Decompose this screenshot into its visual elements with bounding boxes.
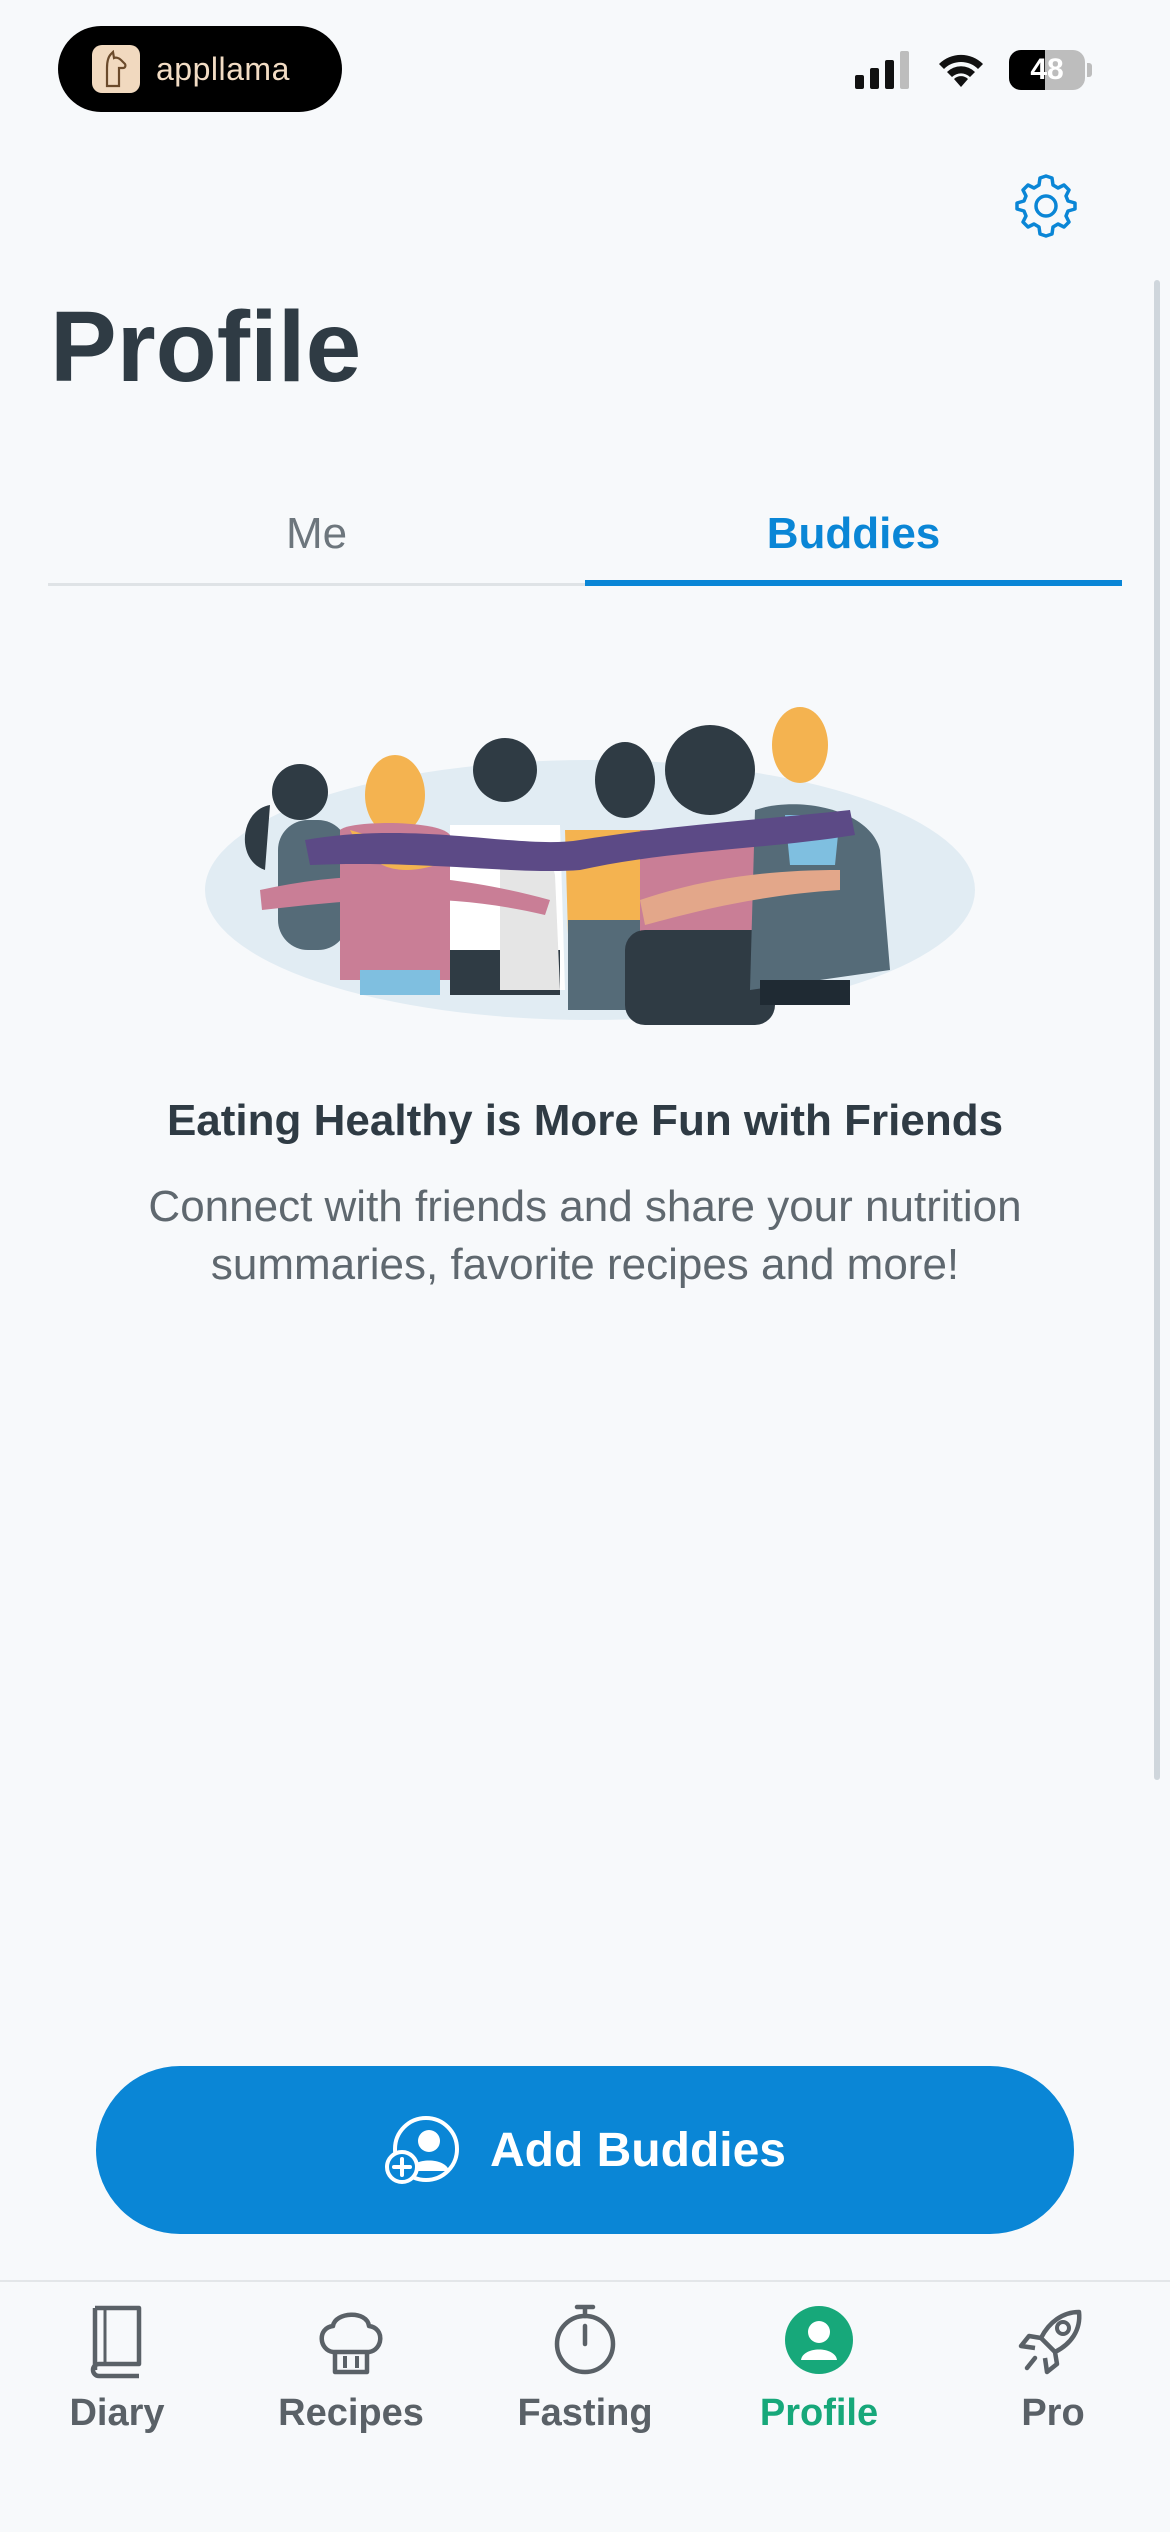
app-indicator-pill[interactable]: appllama: [58, 26, 342, 112]
cellular-signal-icon: [855, 51, 909, 89]
book-icon: [90, 2305, 142, 2379]
tab-bar-label-profile: Profile: [759, 2392, 879, 2434]
empty-state-headline: Eating Healthy is More Fun with Friends: [166, 1096, 1004, 1145]
status-indicators: 48: [855, 50, 1092, 90]
bottom-tab-bar: Diary Recipes Fasting Profile Pro: [0, 2280, 1170, 2532]
tab-bar-item-profile[interactable]: Profile: [702, 2282, 936, 2532]
tab-bar-item-diary[interactable]: Diary: [0, 2282, 234, 2532]
add-person-icon: [385, 2116, 459, 2184]
tab-bar-label-diary: Diary: [69, 2392, 165, 2434]
add-buddies-button[interactable]: Add Buddies: [96, 2066, 1074, 2234]
tab-bar-label-fasting: Fasting: [517, 2392, 653, 2434]
rocket-icon: [1018, 2309, 1082, 2375]
profile-tabs: Me Buddies: [48, 490, 1122, 586]
tab-buddies[interactable]: Buddies: [585, 490, 1122, 586]
stopwatch-icon: [554, 2304, 616, 2375]
page-title: Profile: [50, 291, 362, 403]
chef-hat-icon: [319, 2312, 383, 2375]
tab-bar-label-pro: Pro: [1021, 2392, 1085, 2434]
tab-me[interactable]: Me: [48, 490, 585, 583]
tab-bar-item-pro[interactable]: Pro: [936, 2282, 1170, 2532]
person-icon: [785, 2306, 853, 2374]
battery-icon: 48: [1009, 50, 1085, 90]
tab-bar-label-recipes: Recipes: [278, 2392, 424, 2434]
tab-bar-item-recipes[interactable]: Recipes: [234, 2282, 468, 2532]
tab-bar-item-fasting[interactable]: Fasting: [468, 2282, 702, 2532]
add-buddies-label: Add Buddies: [490, 2123, 786, 2177]
battery-level: 48: [1030, 53, 1064, 86]
llama-logo-icon: [92, 45, 140, 93]
app-name: appllama: [156, 50, 290, 87]
wifi-icon: [939, 54, 983, 87]
settings-gear-icon[interactable]: [1010, 170, 1082, 242]
empty-state-description: Connect with friends and share your nutr…: [148, 1182, 1022, 1289]
friends-group-illustration: [200, 700, 980, 1030]
scrollbar[interactable]: [1154, 280, 1160, 1780]
